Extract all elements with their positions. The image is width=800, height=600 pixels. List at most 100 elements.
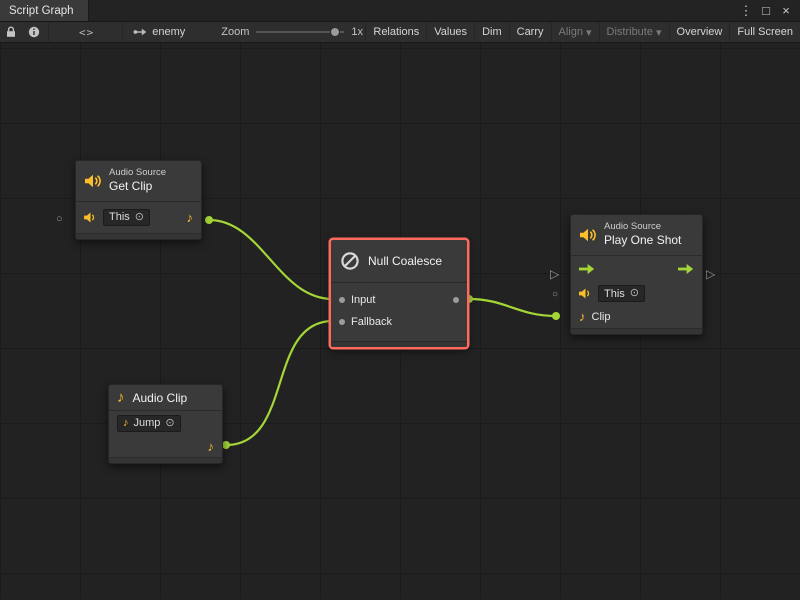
node-header: Audio Source Get Clip xyxy=(76,161,201,201)
relations-button[interactable]: Relations xyxy=(365,22,426,42)
distribute-button[interactable]: Distribute ▾ xyxy=(599,22,669,42)
close-icon[interactable]: × xyxy=(778,0,794,22)
code-icon: <> xyxy=(79,26,94,39)
chevron-down-icon: ▾ xyxy=(656,26,662,39)
object-picker-icon[interactable]: ⊙ xyxy=(630,288,639,299)
lock-button[interactable] xyxy=(0,22,22,42)
getclip-this-port-circle[interactable]: ○ xyxy=(56,214,63,225)
zoom-value: 1x xyxy=(351,26,363,38)
playoneshot-enter-triangle[interactable]: ▷ xyxy=(550,268,559,280)
window-menu-icon[interactable]: ⋮ xyxy=(738,0,754,22)
object-picker-icon[interactable]: ⊙ xyxy=(165,418,174,429)
node-header: Null Coalesce xyxy=(331,240,467,282)
lock-icon xyxy=(6,26,16,38)
zoom-slider[interactable] xyxy=(256,31,344,33)
node-category: Audio Source xyxy=(604,221,681,233)
audio-clip-icon: ♪ xyxy=(123,418,129,429)
window-controls: ⋮ □ × xyxy=(738,0,800,21)
audio-clip-icon: ♪ xyxy=(117,390,125,405)
node-footer xyxy=(331,341,467,347)
audioclip-output-icon[interactable]: ♪ xyxy=(187,211,194,224)
script-graph-icon xyxy=(133,27,147,37)
audioclip-field-value: Jump xyxy=(134,417,161,429)
audioclip-object-field[interactable]: ♪ Jump ⊙ xyxy=(117,415,181,432)
node-play-one-shot[interactable]: Audio Source Play One Shot xyxy=(570,214,703,335)
flow-in-arrow-icon[interactable] xyxy=(579,263,595,275)
playoneshot-clip-row: ♪ Clip xyxy=(571,306,702,328)
port-playoneshot-clip[interactable] xyxy=(552,312,560,320)
graph-breadcrumb[interactable]: enemy xyxy=(125,26,193,38)
carry-label: Carry xyxy=(517,26,544,38)
nullcoalesce-input-row: Input xyxy=(331,289,467,311)
getclip-this-field[interactable]: This ⊙ xyxy=(103,209,150,226)
fallback-port-dot[interactable] xyxy=(339,319,345,325)
this-field-value: This xyxy=(109,211,130,223)
port-audioclip-output[interactable] xyxy=(222,441,230,449)
maximize-icon[interactable]: □ xyxy=(758,0,774,22)
playoneshot-this-port-circle[interactable]: ○ xyxy=(552,290,558,300)
node-header: ♪ Audio Clip xyxy=(109,385,222,410)
node-title: Audio Clip xyxy=(133,391,188,405)
audioclip-output-row: ♪ xyxy=(109,435,222,457)
null-coalesce-icon xyxy=(340,251,360,271)
graph-canvas[interactable]: ○ ▷ ○ ▷ Audio Source Get Clip This xyxy=(0,43,800,599)
zoom-control: Zoom 1x xyxy=(221,26,363,38)
node-audio-clip[interactable]: ♪ Audio Clip ♪ Jump ⊙ ♪ xyxy=(108,384,223,464)
control-flow-row xyxy=(571,256,702,282)
port-getclip-output[interactable] xyxy=(205,216,213,224)
flow-out-arrow-icon[interactable] xyxy=(678,263,694,275)
clip-label: Clip xyxy=(592,311,611,323)
connection-output-to-clip[interactable] xyxy=(469,299,556,316)
node-title: Get Clip xyxy=(109,179,166,195)
window-tab-bar: Script Graph ⋮ □ × xyxy=(0,0,800,22)
zoom-slider-knob[interactable] xyxy=(330,27,340,37)
node-null-coalesce[interactable]: Null Coalesce Input Fallback xyxy=(330,239,468,348)
this-field-value: This xyxy=(604,288,625,300)
node-header: Audio Source Play One Shot xyxy=(571,215,702,255)
speaker-icon xyxy=(579,288,592,299)
fullscreen-button[interactable]: Full Screen xyxy=(729,22,800,42)
graph-name: enemy xyxy=(152,26,185,38)
info-button[interactable] xyxy=(22,22,46,42)
distribute-label: Distribute xyxy=(607,26,653,38)
audioclip-value-row: ♪ Jump ⊙ xyxy=(109,411,222,435)
clip-input-icon[interactable]: ♪ xyxy=(579,310,586,323)
getclip-this-row: This ⊙ ♪ xyxy=(76,202,201,233)
node-get-clip[interactable]: Audio Source Get Clip This ⊙ ♪ xyxy=(75,160,202,240)
playoneshot-this-row: This ⊙ xyxy=(571,282,702,306)
input-label: Input xyxy=(351,294,375,306)
info-icon xyxy=(28,26,40,38)
carry-button[interactable]: Carry xyxy=(509,22,551,42)
tab-script-graph[interactable]: Script Graph xyxy=(0,0,89,21)
speaker-icon xyxy=(84,212,97,223)
dim-label: Dim xyxy=(482,26,502,38)
overview-button[interactable]: Overview xyxy=(669,22,730,42)
zoom-label: Zoom xyxy=(221,26,249,38)
object-picker-icon[interactable]: ⊙ xyxy=(135,212,144,223)
nullcoalesce-fallback-row: Fallback xyxy=(331,311,467,333)
values-button[interactable]: Values xyxy=(426,22,474,42)
node-footer xyxy=(76,233,201,239)
input-port-dot[interactable] xyxy=(339,297,345,303)
result-port-dot[interactable] xyxy=(453,297,459,303)
audioclip-output-icon[interactable]: ♪ xyxy=(208,440,215,453)
audio-source-icon xyxy=(85,174,101,188)
connection-getclip-to-input[interactable] xyxy=(209,220,333,299)
node-footer xyxy=(571,328,702,334)
fallback-label: Fallback xyxy=(351,316,392,328)
graph-toolbar: <> enemy Zoom 1x Relations Values Dim Ca… xyxy=(0,22,800,43)
values-label: Values xyxy=(434,26,467,38)
node-title: Null Coalesce xyxy=(368,254,442,268)
connection-audioclip-to-fallback[interactable] xyxy=(226,321,333,445)
tab-label: Script Graph xyxy=(9,5,74,17)
toolbar-separator xyxy=(122,22,123,42)
dim-button[interactable]: Dim xyxy=(474,22,509,42)
align-label: Align xyxy=(559,26,583,38)
playoneshot-exit-triangle[interactable]: ▷ xyxy=(706,268,715,280)
source-code-button[interactable]: <> xyxy=(73,22,100,42)
align-button[interactable]: Align ▾ xyxy=(551,22,599,42)
playoneshot-this-field[interactable]: This ⊙ xyxy=(598,285,645,302)
overview-label: Overview xyxy=(677,26,723,38)
node-title: Play One Shot xyxy=(604,233,681,249)
node-footer xyxy=(109,457,222,463)
